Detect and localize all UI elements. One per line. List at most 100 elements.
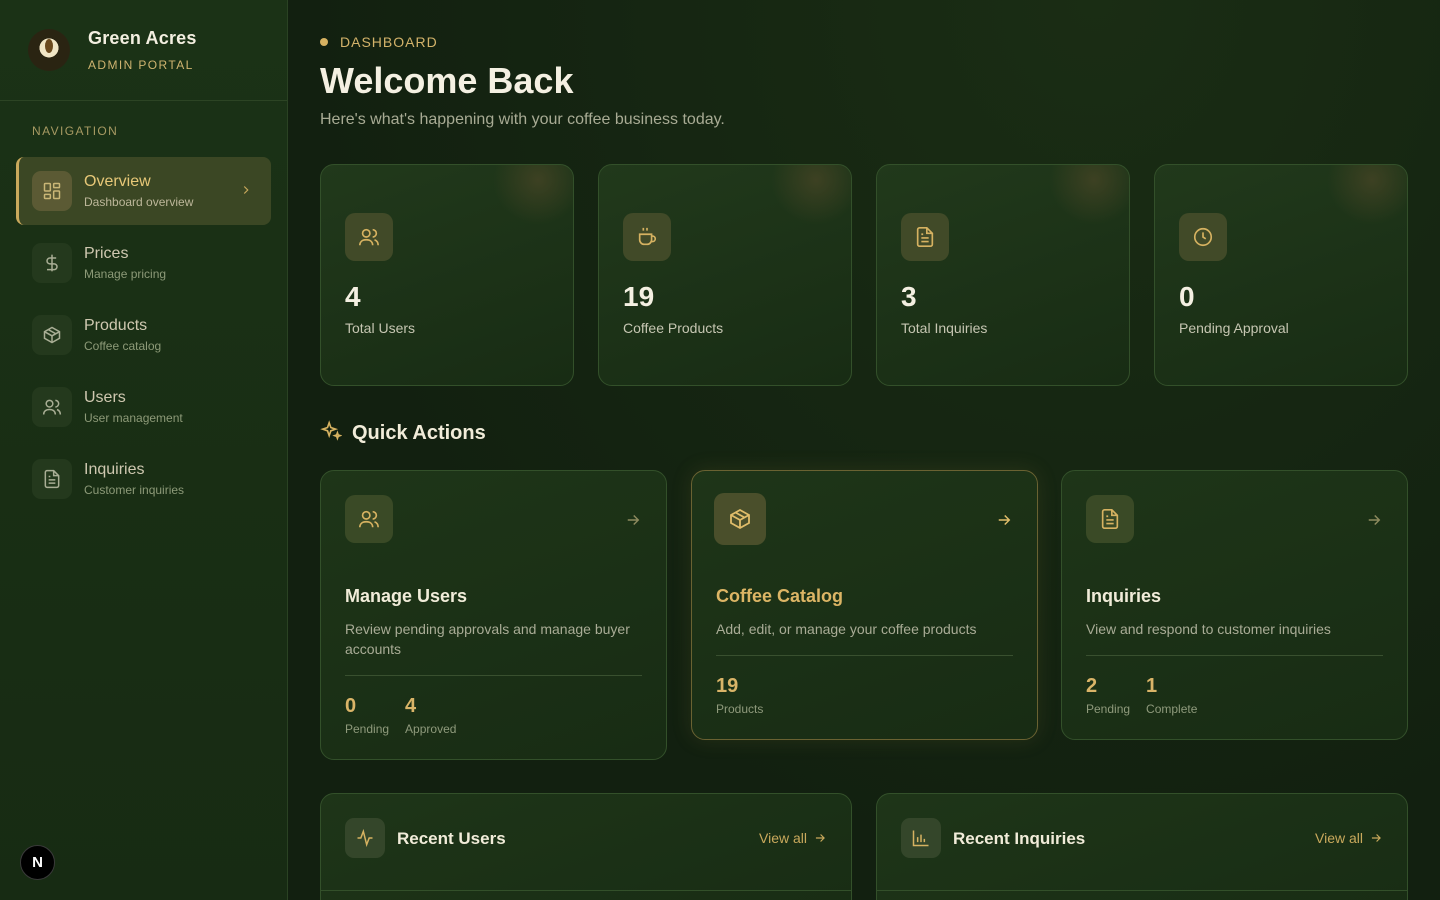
- action-stat-label: Pending: [1086, 702, 1131, 716]
- brand-header: Green Acres ADMIN PORTAL: [0, 0, 287, 101]
- divider: [345, 675, 642, 676]
- main-content: DASHBOARD Welcome Back Here's what's hap…: [288, 0, 1440, 900]
- action-stat-value: 19: [716, 675, 739, 697]
- page-subtitle: Here's what's happening with your coffee…: [320, 111, 725, 128]
- divider: [321, 890, 851, 891]
- action-stat-value: 2: [1086, 675, 1098, 697]
- divider: [716, 655, 1013, 656]
- sidebar-item-desc: Coffee catalog: [84, 339, 162, 353]
- arrow-right-icon: [1365, 511, 1383, 534]
- sidebar-item-label: Prices: [84, 245, 129, 262]
- action-desc: Add, edit, or manage your coffee product…: [716, 621, 977, 637]
- page-title: Welcome Back: [320, 60, 574, 101]
- action-stat: 4 Approved: [405, 695, 456, 736]
- sidebar-item-label: Products: [84, 317, 148, 334]
- action-title: Inquiries: [1086, 586, 1162, 606]
- recent-inquiries-title: Recent Inquiries: [953, 829, 1086, 848]
- stat-card-pending-approval: 0 Pending Approval: [1154, 164, 1408, 386]
- sidebar-item-products[interactable]: Products Coffee catalog: [16, 301, 271, 369]
- users-icon: [345, 213, 393, 261]
- sidebar-item-desc: User management: [84, 411, 183, 425]
- action-desc: View and respond to customer inquiries: [1086, 621, 1331, 637]
- chevron-right-icon: [239, 183, 253, 202]
- document-icon: [901, 213, 949, 261]
- stat-card-total-users: 4 Total Users: [320, 164, 574, 386]
- breadcrumb-dot: [320, 38, 328, 46]
- action-stat: 2 Pending: [1086, 675, 1130, 716]
- sidebar-item-label: Inquiries: [84, 461, 145, 478]
- sidebar-item-prices[interactable]: Prices Manage pricing: [16, 229, 271, 297]
- document-icon: [32, 459, 72, 499]
- brand-name: Green Acres: [88, 28, 197, 48]
- dollar-icon: [32, 243, 72, 283]
- action-stat-value: 0: [345, 695, 357, 717]
- arrow-right-icon: [624, 511, 642, 534]
- n-badge-button[interactable]: N: [20, 845, 55, 880]
- bar-chart-icon: [901, 818, 941, 858]
- stat-label: Total Users: [345, 320, 416, 336]
- action-stats: 19 Products: [716, 675, 779, 716]
- users-icon: [32, 387, 72, 427]
- nav-list: Overview Dashboard overview Prices Manag…: [16, 157, 271, 517]
- sidebar-item-inquiries[interactable]: Inquiries Customer inquiries: [16, 445, 271, 513]
- action-title: Manage Users: [345, 586, 468, 606]
- action-stat-value: 4: [405, 695, 417, 717]
- arrow-right-icon: [995, 511, 1013, 534]
- action-card-inquiries[interactable]: Inquiries View and respond to customer i…: [1061, 470, 1408, 740]
- sidebar-item-desc: Dashboard overview: [84, 195, 194, 209]
- action-card-manage-users[interactable]: Manage Users Review pending approvals an…: [320, 470, 667, 760]
- sidebar-item-label: Overview: [84, 173, 151, 190]
- breadcrumb: DASHBOARD: [320, 34, 438, 50]
- sidebar: Green Acres ADMIN PORTAL NAVIGATION Over…: [0, 0, 288, 900]
- sidebar-item-label: Users: [84, 389, 126, 406]
- recent-users-panel: Recent Users View all: [320, 793, 852, 900]
- recent-inquiries-panel: Recent Inquiries View all: [876, 793, 1408, 900]
- recent-users-title: Recent Users: [397, 829, 506, 848]
- divider: [1086, 655, 1383, 656]
- sidebar-item-desc: Manage pricing: [84, 267, 167, 281]
- stat-value: 0: [1179, 281, 1195, 312]
- action-title: Coffee Catalog: [716, 586, 844, 606]
- action-stats: 2 Pending 1 Complete: [1086, 675, 1213, 716]
- stat-value: 4: [345, 281, 361, 312]
- arrow-right-icon: [815, 834, 825, 842]
- action-stat-label: Pending: [345, 722, 390, 736]
- quick-actions-header: Quick Actions: [320, 420, 486, 447]
- view-all-label: View all: [759, 830, 807, 846]
- package-icon: [32, 315, 72, 355]
- grid-icon: [32, 171, 72, 211]
- view-all-inquiries-link[interactable]: View all: [1315, 830, 1383, 846]
- stat-card-total-inquiries: 3 Total Inquiries: [876, 164, 1130, 386]
- stat-label: Total Inquiries: [901, 320, 988, 336]
- document-icon: [1086, 495, 1134, 543]
- action-card-coffee-catalog[interactable]: Coffee Catalog Add, edit, or manage your…: [691, 470, 1038, 740]
- brand-subtitle: ADMIN PORTAL: [88, 58, 194, 72]
- action-stat: 0 Pending: [345, 695, 389, 736]
- quick-actions-title: Quick Actions: [352, 422, 486, 444]
- users-icon: [345, 495, 393, 543]
- coffee-cup-icon: [623, 213, 671, 261]
- action-stat-label: Products: [716, 702, 764, 716]
- action-stat: 1 Complete: [1146, 675, 1197, 716]
- stat-value: 3: [901, 281, 917, 312]
- view-all-label: View all: [1315, 830, 1363, 846]
- action-desc: Review pending approvals and manage buye…: [345, 621, 630, 657]
- view-all-users-link[interactable]: View all: [759, 830, 827, 846]
- action-stats: 0 Pending 4 Approved: [345, 695, 472, 736]
- clock-icon: [1179, 213, 1227, 261]
- divider: [877, 890, 1407, 891]
- stat-label: Pending Approval: [1179, 320, 1289, 336]
- sidebar-item-desc: Customer inquiries: [84, 483, 185, 497]
- nav-heading: NAVIGATION: [32, 124, 119, 138]
- activity-icon: [345, 818, 385, 858]
- stat-card-coffee-products: 19 Coffee Products: [598, 164, 852, 386]
- stat-value: 19: [623, 281, 655, 312]
- brand-logo: [28, 29, 70, 71]
- action-stat-label: Approved: [405, 722, 457, 736]
- action-stat: 19 Products: [716, 675, 763, 716]
- sidebar-item-overview[interactable]: Overview Dashboard overview: [16, 157, 271, 225]
- sidebar-item-users[interactable]: Users User management: [16, 373, 271, 441]
- arrow-right-icon: [1371, 834, 1381, 842]
- sparkles-icon: [320, 420, 343, 447]
- package-icon: [714, 493, 766, 545]
